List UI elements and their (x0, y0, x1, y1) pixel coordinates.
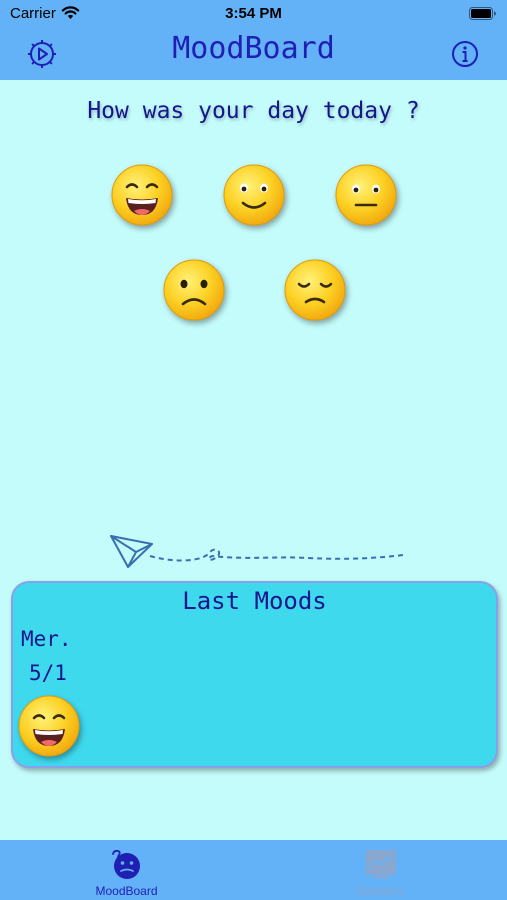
mood-smiling-button[interactable] (222, 163, 286, 227)
neutral-face-icon (335, 164, 397, 226)
tab-bar: MoodBoard Statistics (0, 840, 507, 900)
mood-face-icon (111, 849, 140, 879)
mood-sad-button[interactable] (283, 258, 347, 322)
frowning-face-icon (163, 259, 225, 321)
mood-entry[interactable] (17, 694, 81, 758)
navigation-bar: MoodBoard (0, 28, 507, 80)
info-icon (452, 41, 478, 67)
mood-neutral-button[interactable] (334, 163, 398, 227)
mood-frowning-button[interactable] (162, 258, 226, 322)
sad-face-icon (284, 259, 346, 321)
last-moods-title: Last Moods (182, 587, 327, 615)
tab-moodboard[interactable]: MoodBoard (0, 840, 253, 900)
tab-moodboard-label: MoodBoard (95, 884, 158, 898)
grinning-face-icon (18, 695, 80, 757)
grinning-face-icon (111, 164, 173, 226)
status-bar: Carrier 3:54 PM (0, 0, 507, 28)
info-button[interactable] (447, 36, 483, 72)
mood-entry-date: 5/1 (29, 661, 67, 685)
paper-plane-icon (110, 535, 404, 568)
app-title: MoodBoard (172, 31, 335, 66)
mood-entry-day: Mer. (21, 627, 72, 651)
battery-full-icon (469, 7, 496, 20)
mood-question: How was your day today ? (87, 98, 420, 124)
last-moods-card: Last Moods Mer. 5/1 (11, 581, 498, 768)
tab-statistics-label: Statistics (356, 884, 405, 898)
chart-icon (365, 850, 396, 878)
mood-grinning-button[interactable] (110, 163, 174, 227)
clock-time: 3:54 PM (225, 5, 282, 22)
smiling-face-icon (223, 164, 285, 226)
tab-statistics[interactable]: Statistics (254, 840, 507, 900)
